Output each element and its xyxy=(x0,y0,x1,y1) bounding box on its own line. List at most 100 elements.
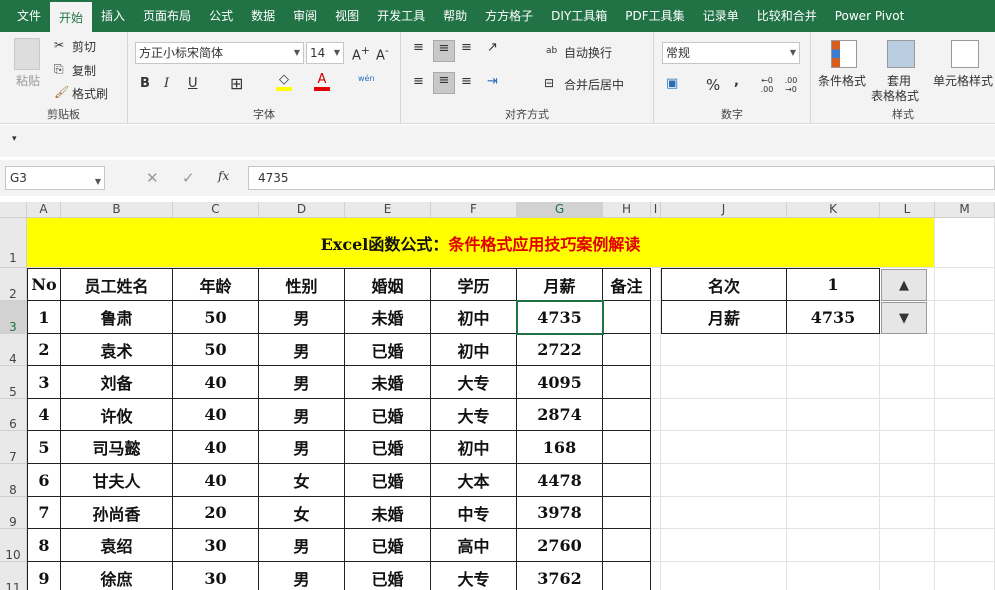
table-cell[interactable]: 男 xyxy=(259,562,345,590)
font-size-select[interactable]: 14 ▼ xyxy=(306,42,344,64)
row-header-10[interactable]: 10 xyxy=(0,529,27,562)
insert-function-button[interactable]: fx xyxy=(218,169,229,183)
column-header-B[interactable]: B xyxy=(61,202,173,218)
table-cell[interactable]: 鲁肃 xyxy=(61,301,173,334)
table-cell[interactable]: 20 xyxy=(173,497,259,529)
table-cell[interactable]: 已婚 xyxy=(345,431,431,464)
currency-icon[interactable]: ▣ xyxy=(666,76,678,91)
cell[interactable] xyxy=(651,562,661,590)
table-cell[interactable]: 甘夫人 xyxy=(61,464,173,497)
tab-12[interactable]: PDF工具集 xyxy=(616,0,693,32)
tab-6[interactable]: 审阅 xyxy=(284,0,326,32)
table-cell[interactable]: 40 xyxy=(173,464,259,497)
cell-styles-button[interactable]: 单元格样式 xyxy=(933,72,993,89)
enter-icon[interactable]: ✓ xyxy=(182,169,195,187)
align-top-icon[interactable]: ≡ xyxy=(413,40,424,55)
table-cell[interactable]: 2 xyxy=(27,334,61,366)
column-header-I[interactable]: I xyxy=(651,202,661,218)
cell[interactable] xyxy=(787,529,880,562)
row-header-5[interactable]: 5 xyxy=(0,366,27,399)
header-cell[interactable]: 婚姻 xyxy=(345,268,431,301)
row-header-4[interactable]: 4 xyxy=(0,334,27,366)
table-cell[interactable]: 50 xyxy=(173,301,259,334)
table-cell[interactable]: 已婚 xyxy=(345,334,431,366)
cut-button[interactable]: 剪切 xyxy=(72,38,96,55)
table-cell[interactable]: 168 xyxy=(517,431,603,464)
align-bottom-icon[interactable]: ≡ xyxy=(461,40,472,55)
cell[interactable] xyxy=(661,399,787,431)
merge-center-button[interactable]: 合并后居中 xyxy=(564,76,624,93)
column-header-A[interactable]: A xyxy=(27,202,61,218)
cell[interactable] xyxy=(787,399,880,431)
table-cell[interactable]: 50 xyxy=(173,334,259,366)
table-cell[interactable]: 4095 xyxy=(517,366,603,399)
table-cell[interactable]: 袁绍 xyxy=(61,529,173,562)
fill-color-icon[interactable]: ◇ xyxy=(276,72,292,91)
table-cell[interactable]: 8 xyxy=(27,529,61,562)
cell[interactable] xyxy=(935,399,995,431)
cell[interactable] xyxy=(787,562,880,590)
cell[interactable] xyxy=(651,529,661,562)
cell[interactable] xyxy=(651,301,661,334)
row-header-9[interactable]: 9 xyxy=(0,497,27,529)
format-painter-button[interactable]: 格式刷 xyxy=(72,85,108,102)
underline-button[interactable]: U xyxy=(188,76,198,91)
cell[interactable] xyxy=(661,562,787,590)
cell[interactable] xyxy=(935,529,995,562)
tab-15[interactable]: Power Pivot xyxy=(826,0,914,32)
table-cell[interactable]: 中专 xyxy=(431,497,517,529)
table-cell[interactable]: 初中 xyxy=(431,301,517,334)
tab-2[interactable]: 插入 xyxy=(92,0,134,32)
cell[interactable] xyxy=(880,431,935,464)
comma-button[interactable]: , xyxy=(734,74,739,89)
tab-14[interactable]: 比较和合并 xyxy=(748,0,826,32)
table-cell[interactable]: 男 xyxy=(259,431,345,464)
align-left-icon[interactable]: ≡ xyxy=(413,74,424,89)
table-cell[interactable]: 4478 xyxy=(517,464,603,497)
phonetic-icon[interactable]: wén xyxy=(358,74,375,83)
table-cell[interactable] xyxy=(603,497,651,529)
table-cell[interactable]: 2760 xyxy=(517,529,603,562)
row-header-1[interactable]: 1 xyxy=(0,218,27,268)
cell[interactable] xyxy=(651,497,661,529)
table-cell[interactable]: 4 xyxy=(27,399,61,431)
side-cell[interactable]: 4735 xyxy=(787,301,880,334)
cell[interactable] xyxy=(661,464,787,497)
cell[interactable] xyxy=(787,366,880,399)
cell[interactable] xyxy=(935,268,995,301)
table-cell[interactable]: 袁术 xyxy=(61,334,173,366)
header-cell[interactable]: 性别 xyxy=(259,268,345,301)
row-header-8[interactable]: 8 xyxy=(0,464,27,497)
tab-0[interactable]: 文件 xyxy=(8,0,50,32)
cell[interactable] xyxy=(880,464,935,497)
increase-font-icon[interactable]: A+ xyxy=(352,44,370,63)
wrap-text-button[interactable]: 自动换行 xyxy=(564,44,612,61)
cell[interactable] xyxy=(935,218,995,268)
tab-8[interactable]: 开发工具 xyxy=(368,0,434,32)
cell[interactable] xyxy=(880,399,935,431)
cell[interactable] xyxy=(787,464,880,497)
row-header-7[interactable]: 7 xyxy=(0,431,27,464)
table-cell[interactable] xyxy=(603,464,651,497)
cell[interactable] xyxy=(651,431,661,464)
table-cell[interactable] xyxy=(603,399,651,431)
table-cell[interactable]: 刘备 xyxy=(61,366,173,399)
align-middle-icon[interactable]: ≡ xyxy=(433,40,455,62)
cell[interactable] xyxy=(880,497,935,529)
column-header-L[interactable]: L xyxy=(880,202,935,218)
table-cell[interactable]: 未婚 xyxy=(345,366,431,399)
cell[interactable] xyxy=(661,366,787,399)
tab-4[interactable]: 公式 xyxy=(200,0,242,32)
table-cell[interactable] xyxy=(603,334,651,366)
table-cell[interactable]: 大专 xyxy=(431,562,517,590)
cell[interactable] xyxy=(661,431,787,464)
cell[interactable] xyxy=(661,529,787,562)
cell[interactable] xyxy=(935,334,995,366)
cell[interactable] xyxy=(651,366,661,399)
title-banner[interactable]: Excel函数公式： 条件格式应用技巧案例解读 xyxy=(27,218,935,268)
table-cell[interactable]: 未婚 xyxy=(345,301,431,334)
cell[interactable] xyxy=(880,366,935,399)
table-cell[interactable]: 男 xyxy=(259,529,345,562)
column-header-K[interactable]: K xyxy=(787,202,880,218)
customize-qat-icon[interactable]: ▾ xyxy=(12,134,17,144)
